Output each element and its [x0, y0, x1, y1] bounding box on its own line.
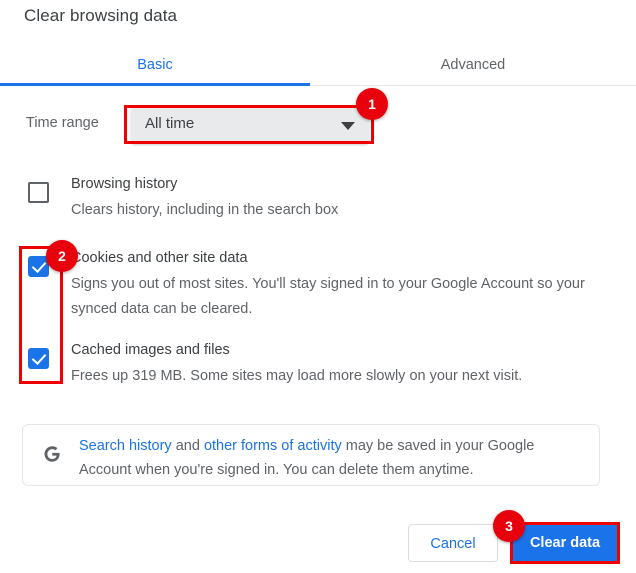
google-info-text: Search history and other forms of activi…	[79, 434, 583, 482]
page-title: Clear browsing data	[24, 6, 177, 26]
tab-bar: Basic Advanced	[0, 48, 636, 87]
other-forms-of-activity-link[interactable]: other forms of activity	[204, 438, 342, 454]
checkbox-cached-images[interactable]	[28, 348, 49, 369]
time-range-value: All time	[145, 115, 194, 132]
tab-active-indicator	[0, 83, 310, 86]
annotation-badge-1: 1	[356, 88, 388, 120]
time-range-row: Time range All time	[0, 106, 636, 146]
option-title: Browsing history	[71, 176, 177, 192]
search-history-link[interactable]: Search history	[79, 438, 172, 454]
option-description: Frees up 319 MB. Some sites may load mor…	[71, 364, 592, 389]
annotation-badge-3: 3	[493, 510, 525, 542]
option-title: Cached images and files	[71, 342, 230, 358]
time-range-select[interactable]: All time	[131, 106, 369, 144]
info-text-mid: and	[172, 438, 204, 454]
annotation-badge-2: 2	[46, 240, 78, 272]
option-description: Signs you out of most sites. You'll stay…	[71, 272, 592, 322]
tab-basic[interactable]: Basic	[0, 48, 310, 83]
option-title: Cookies and other site data	[71, 250, 248, 266]
tab-advanced[interactable]: Advanced	[310, 48, 636, 83]
google-info-card: Search history and other forms of activi…	[22, 424, 600, 486]
checkbox-browsing-history[interactable]	[28, 182, 49, 203]
chevron-down-icon	[341, 122, 355, 130]
time-range-label: Time range	[26, 115, 99, 131]
google-g-icon	[39, 441, 65, 467]
clear-data-button[interactable]: Clear data	[512, 524, 618, 562]
clear-browsing-data-dialog: Clear browsing data Basic Advanced Time …	[0, 0, 636, 573]
option-description: Clears history, including in the search …	[71, 198, 592, 223]
cancel-button[interactable]: Cancel	[408, 524, 498, 562]
